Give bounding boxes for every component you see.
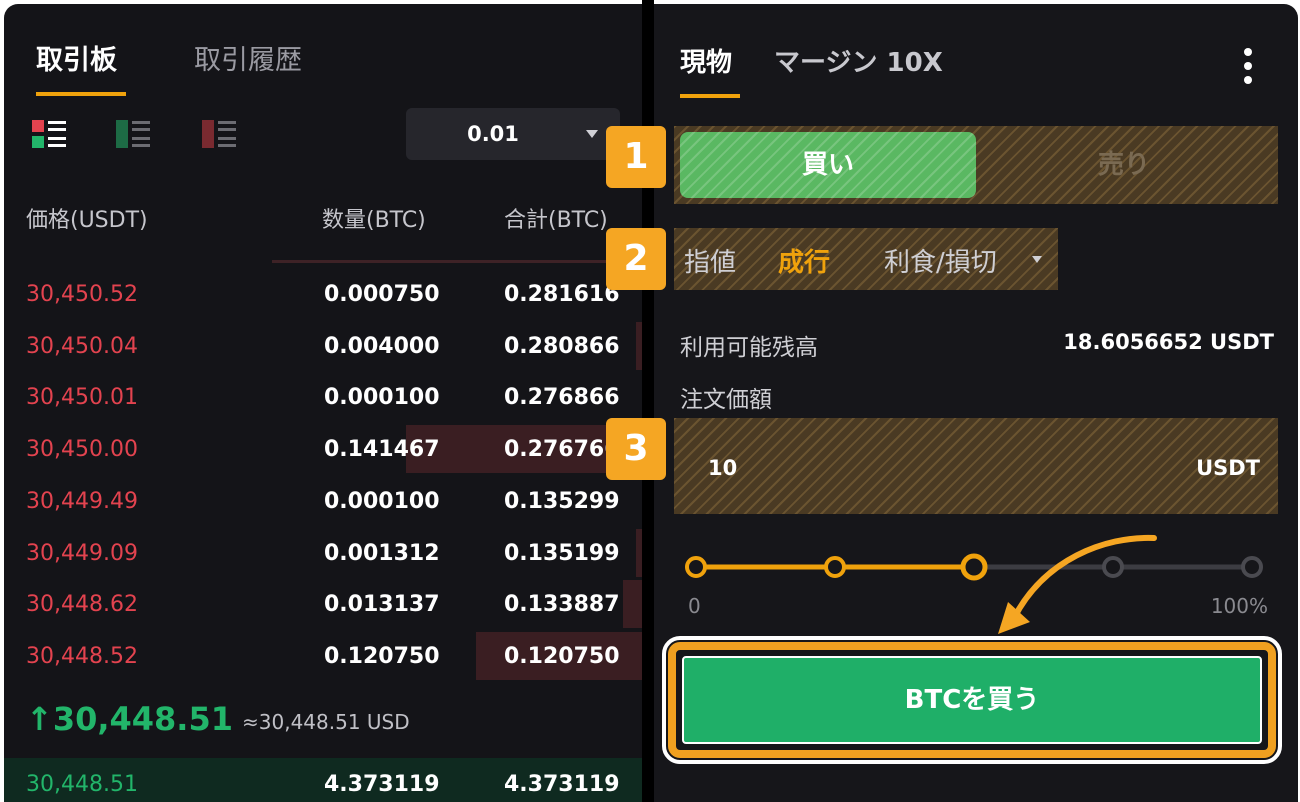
- buy-btc-button[interactable]: BTCを買う: [682, 656, 1262, 744]
- price-precision-select[interactable]: 0.01: [406, 108, 620, 160]
- ask-price: 30,450.52: [26, 282, 138, 307]
- column-header-qty: 数量(BTC): [322, 208, 426, 233]
- ask-row[interactable]: 30,450.01 0.000100 0.276866: [4, 373, 642, 423]
- ask-row[interactable]: 30,449.49 0.000100 0.135299: [4, 477, 642, 527]
- active-tab-underline: [680, 94, 740, 98]
- ask-row[interactable]: 30,448.62 0.013137 0.133887: [4, 580, 642, 630]
- bid-row[interactable]: 30,448.51 4.373119 4.373119: [4, 758, 642, 802]
- ask-price: 30,449.09: [26, 540, 138, 566]
- ask-qty: 0.000750: [324, 282, 440, 307]
- ask-total: 0.280866: [504, 333, 620, 359]
- ask-row[interactable]: 30,449.09 0.001312 0.135199: [4, 528, 642, 579]
- curved-arrow-icon: [998, 534, 1157, 634]
- order-amount-unit: USDT: [1196, 456, 1260, 480]
- ask-price: 30,450.01: [26, 385, 138, 411]
- tab-spot[interactable]: 現物: [680, 42, 732, 79]
- view-bids-icon[interactable]: [116, 120, 150, 150]
- trade-panel: 現物 マージン 10X 買い 売り 指値 成行 利食/損切 利用可能残高 18.…: [654, 4, 1298, 802]
- sell-side-button[interactable]: 売り: [976, 132, 1272, 198]
- ask-total: 0.276766: [504, 437, 620, 463]
- caret-down-icon: [1032, 256, 1042, 263]
- order-type-market[interactable]: 成行: [778, 242, 830, 279]
- precision-value: 0.01: [467, 122, 519, 146]
- ask-qty: 0.004000: [324, 333, 440, 359]
- column-header-total: 合計(BTC): [504, 208, 608, 233]
- ask-total: 0.120750: [504, 643, 620, 669]
- ask-total: 0.135199: [504, 540, 620, 566]
- ask-row[interactable]: 30,450.52 0.000750 0.281616: [4, 270, 642, 320]
- ask-qty: 0.120750: [324, 643, 440, 669]
- slider-max-label: 100%: [1210, 594, 1268, 618]
- ask-qty: 0.001312: [324, 540, 440, 566]
- order-type-tpsl[interactable]: 利食/損切: [884, 242, 997, 279]
- ask-price: 30,450.00: [26, 437, 138, 463]
- ask-qty: 0.013137: [324, 592, 440, 618]
- ask-row[interactable]: 30,450.04 0.004000 0.280866: [4, 321, 642, 372]
- last-price: ↑30,448.51: [26, 700, 233, 738]
- available-balance-label: 利用可能残高: [680, 335, 818, 361]
- ask-qty: 0.000100: [324, 385, 440, 411]
- ask-price: 30,449.49: [26, 488, 138, 514]
- order-amount-label: 注文価額: [680, 387, 772, 413]
- tab-trade-history[interactable]: 取引履歴: [194, 38, 302, 77]
- depth-bar: [622, 580, 642, 629]
- view-both-icon[interactable]: [32, 120, 66, 150]
- slider-min-label: 0: [688, 594, 701, 618]
- slider-step-marker[interactable]: [685, 556, 707, 578]
- bid-qty: 4.373119: [324, 772, 440, 797]
- ask-price: 30,448.62: [26, 592, 138, 618]
- panel-divider: [642, 0, 654, 802]
- amount-slider[interactable]: [684, 552, 1264, 582]
- ask-total: 0.135299: [504, 488, 620, 514]
- tab-margin[interactable]: マージン 10X: [774, 42, 943, 79]
- ask-total: 0.133887: [504, 592, 620, 618]
- slider-handle[interactable]: [960, 553, 988, 581]
- step-badge-3: 3: [606, 418, 666, 480]
- more-menu-icon[interactable]: [1242, 48, 1254, 92]
- app-frame: 取引板 取引履歴 0.01 価格(USDT) 数量(BTC) 合計(BTC) 3…: [0, 0, 1300, 802]
- bid-total: 4.373119: [504, 772, 620, 797]
- bid-price: 30,448.51: [26, 772, 138, 797]
- ask-separator: [272, 260, 642, 263]
- ask-qty: 0.141467: [324, 437, 440, 463]
- ask-total: 0.276866: [504, 385, 620, 411]
- step-badge-2: 2: [606, 228, 666, 290]
- slider-step-marker[interactable]: [824, 556, 846, 578]
- ask-row[interactable]: 30,448.52 0.120750 0.120750: [4, 631, 642, 682]
- available-balance-value: 18.6056652 USDT: [1063, 330, 1274, 354]
- ask-total: 0.281616: [504, 282, 620, 307]
- last-price-usd: ≈30,448.51 USD: [242, 710, 410, 734]
- tab-orderbook[interactable]: 取引板: [36, 38, 117, 77]
- active-tab-underline: [36, 92, 126, 96]
- orderbook-panel: 取引板 取引履歴 0.01 価格(USDT) 数量(BTC) 合計(BTC) 3…: [4, 4, 642, 802]
- buy-side-button[interactable]: 買い: [680, 132, 976, 198]
- caret-down-icon: [586, 130, 598, 138]
- ask-qty: 0.000100: [324, 488, 440, 514]
- view-asks-icon[interactable]: [202, 120, 236, 150]
- ask-price: 30,450.04: [26, 333, 138, 359]
- ask-row[interactable]: 30,450.00 0.141467 0.276766: [4, 425, 642, 475]
- ask-price: 30,448.52: [26, 643, 138, 669]
- order-amount-value: 10: [708, 456, 738, 480]
- slider-step-marker[interactable]: [1241, 556, 1263, 578]
- step-badge-1: 1: [606, 126, 666, 188]
- order-type-limit[interactable]: 指値: [684, 242, 736, 279]
- column-header-price: 価格(USDT): [26, 208, 148, 233]
- order-amount-input[interactable]: [674, 418, 1278, 514]
